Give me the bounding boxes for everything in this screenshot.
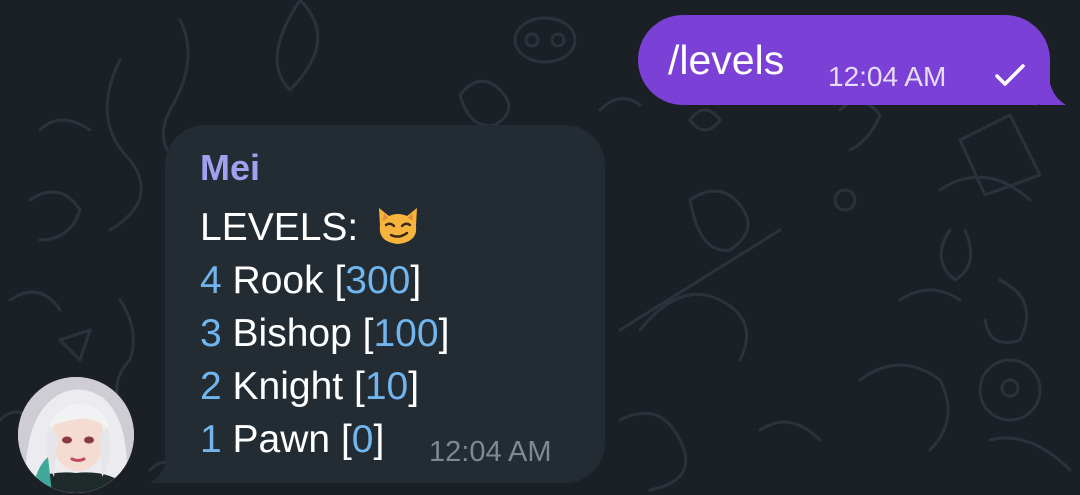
sender-name[interactable]: Mei	[200, 147, 260, 189]
level-row: 1 Pawn [0]	[200, 418, 385, 461]
outgoing-message-bubble[interactable]: /levels 12:04 AM	[638, 15, 1050, 105]
outgoing-message-time: 12:04 AM	[828, 61, 947, 92]
level-row: 4 Rook [300]	[200, 259, 422, 302]
levels-title: LEVELS:	[200, 206, 359, 249]
level-row: 2 Knight [10]	[200, 365, 420, 408]
incoming-bubble-tail	[150, 440, 180, 483]
check-icon	[995, 64, 1025, 86]
levels-heading: LEVELS:	[200, 201, 449, 254]
level-row: 3 Bishop [100]	[200, 312, 450, 355]
outgoing-message-text: /levels	[668, 37, 785, 83]
avatar[interactable]	[18, 377, 134, 493]
message-body: LEVELS: 4 Rook [300] 3 Bishop [100] 2 Kn…	[200, 201, 449, 466]
bot-avatar-image	[18, 377, 134, 493]
incoming-message-bubble[interactable]: Mei LEVELS: 4 Rook [300] 3 Bishop [100] …	[165, 125, 605, 483]
incoming-message-time: 12:04 AM	[429, 436, 552, 468]
smirking-cat-emoji	[379, 208, 418, 244]
outgoing-bubble-tail	[1040, 72, 1066, 105]
